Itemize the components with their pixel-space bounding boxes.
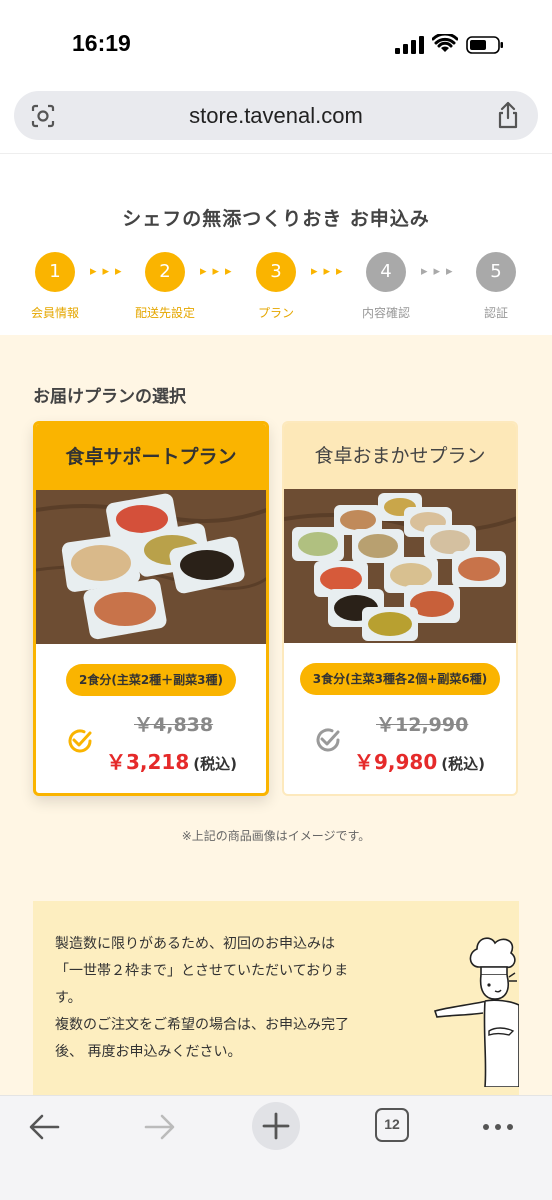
step-5-label: 認証 [483, 306, 508, 320]
plan-selection-section: お届けプランの選択 食卓サポートプラン 2食分(主菜2種＋副菜3種) ￥4,83… [0, 335, 552, 1095]
new-price: ￥3,218 (税込) [106, 746, 237, 775]
plan-image [36, 490, 266, 644]
info-line: 製造数に限りがあるため、初回のお申込みは [55, 936, 335, 952]
info-line: 「一世帯２枠まで」とさせていただいておりま [55, 963, 349, 979]
browser-toolbar: 12 [0, 1095, 552, 1200]
tax-label: (税込) [441, 755, 485, 773]
more-options-icon[interactable] [478, 1104, 518, 1150]
chef-illustration [433, 937, 519, 1087]
check-circle-icon [316, 728, 340, 752]
new-tab-plus-icon[interactable] [251, 1099, 301, 1153]
new-price-value: ￥3,218 [106, 750, 190, 774]
info-line: す。 [55, 990, 82, 1006]
step-2-label: 配送先設定 [134, 306, 195, 320]
step-3-circle: 3 [256, 252, 296, 292]
status-time: 16:19 [72, 30, 131, 56]
wifi-icon [432, 34, 458, 52]
old-price: ￥12,990 [376, 714, 469, 736]
battery-icon [466, 36, 503, 54]
info-line: 後、 再度お申込みください。 [55, 1044, 242, 1060]
image-note: ※上記の商品画像はイメージです。 [181, 829, 371, 843]
step-4-label: 内容確認 [361, 306, 410, 320]
status-bar: 16:19 [0, 0, 552, 86]
forward-arrow-icon[interactable] [140, 1104, 180, 1150]
share-icon[interactable] [496, 101, 520, 129]
url-text[interactable]: store.tavenal.com [14, 103, 538, 129]
plan-name: 食卓サポートプラン [36, 424, 266, 490]
step-5-circle: 5 [476, 252, 516, 292]
plan-card-omakase[interactable]: 食卓おまかせプラン 3食分(主菜3種各2個+副菜6種) ￥12,990 ￥9,9… [282, 421, 518, 796]
step-2-circle: 2 [145, 252, 185, 292]
info-line: 複数のご注文をご希望の場合は、お申込み完了 [55, 1017, 349, 1033]
new-price: ￥9,980 (税込) [354, 746, 485, 775]
plan-badge: 3食分(主菜3種各2個+副菜6種) [300, 663, 500, 695]
plan-name: 食卓おまかせプラン [284, 423, 516, 489]
page-header: シェフの無添つくりおき お申込み 1 ▸▸▸ 2 ▸▸▸ 3 ▸▸▸ 4 ▸▸▸… [0, 153, 552, 335]
address-bar[interactable]: store.tavenal.com [14, 91, 538, 140]
step-1-label: 会員情報 [30, 306, 79, 320]
old-price: ￥4,838 [134, 714, 214, 736]
step-arrows: ▸▸▸ [421, 264, 459, 279]
step-arrows: ▸▸▸ [311, 264, 349, 279]
tab-count-button[interactable]: 12 [375, 1108, 409, 1142]
check-circle-icon [68, 729, 92, 753]
page-title: シェフの無添つくりおき お申込み [122, 208, 430, 230]
info-box: 製造数に限りがあるため、初回のお申込みは 「一世帯２枠まで」とさせていただいてお… [33, 901, 519, 1095]
new-price-value: ￥9,980 [354, 750, 438, 774]
step-3-label: プラン [257, 306, 294, 320]
plan-card-support[interactable]: 食卓サポートプラン 2食分(主菜2種＋副菜3種) ￥4,838 ￥3,218 (… [33, 421, 269, 796]
step-arrows: ▸▸▸ [200, 264, 238, 279]
section-title: お届けプランの選択 [33, 387, 186, 407]
step-4-circle: 4 [366, 252, 406, 292]
cellular-signal-icon [395, 36, 424, 54]
step-arrows: ▸▸▸ [90, 264, 128, 279]
tax-label: (税込) [193, 755, 237, 773]
step-1-circle: 1 [35, 252, 75, 292]
back-arrow-icon[interactable] [24, 1104, 64, 1150]
plan-badge: 2食分(主菜2種＋副菜3種) [66, 664, 236, 696]
plan-image [284, 489, 516, 643]
